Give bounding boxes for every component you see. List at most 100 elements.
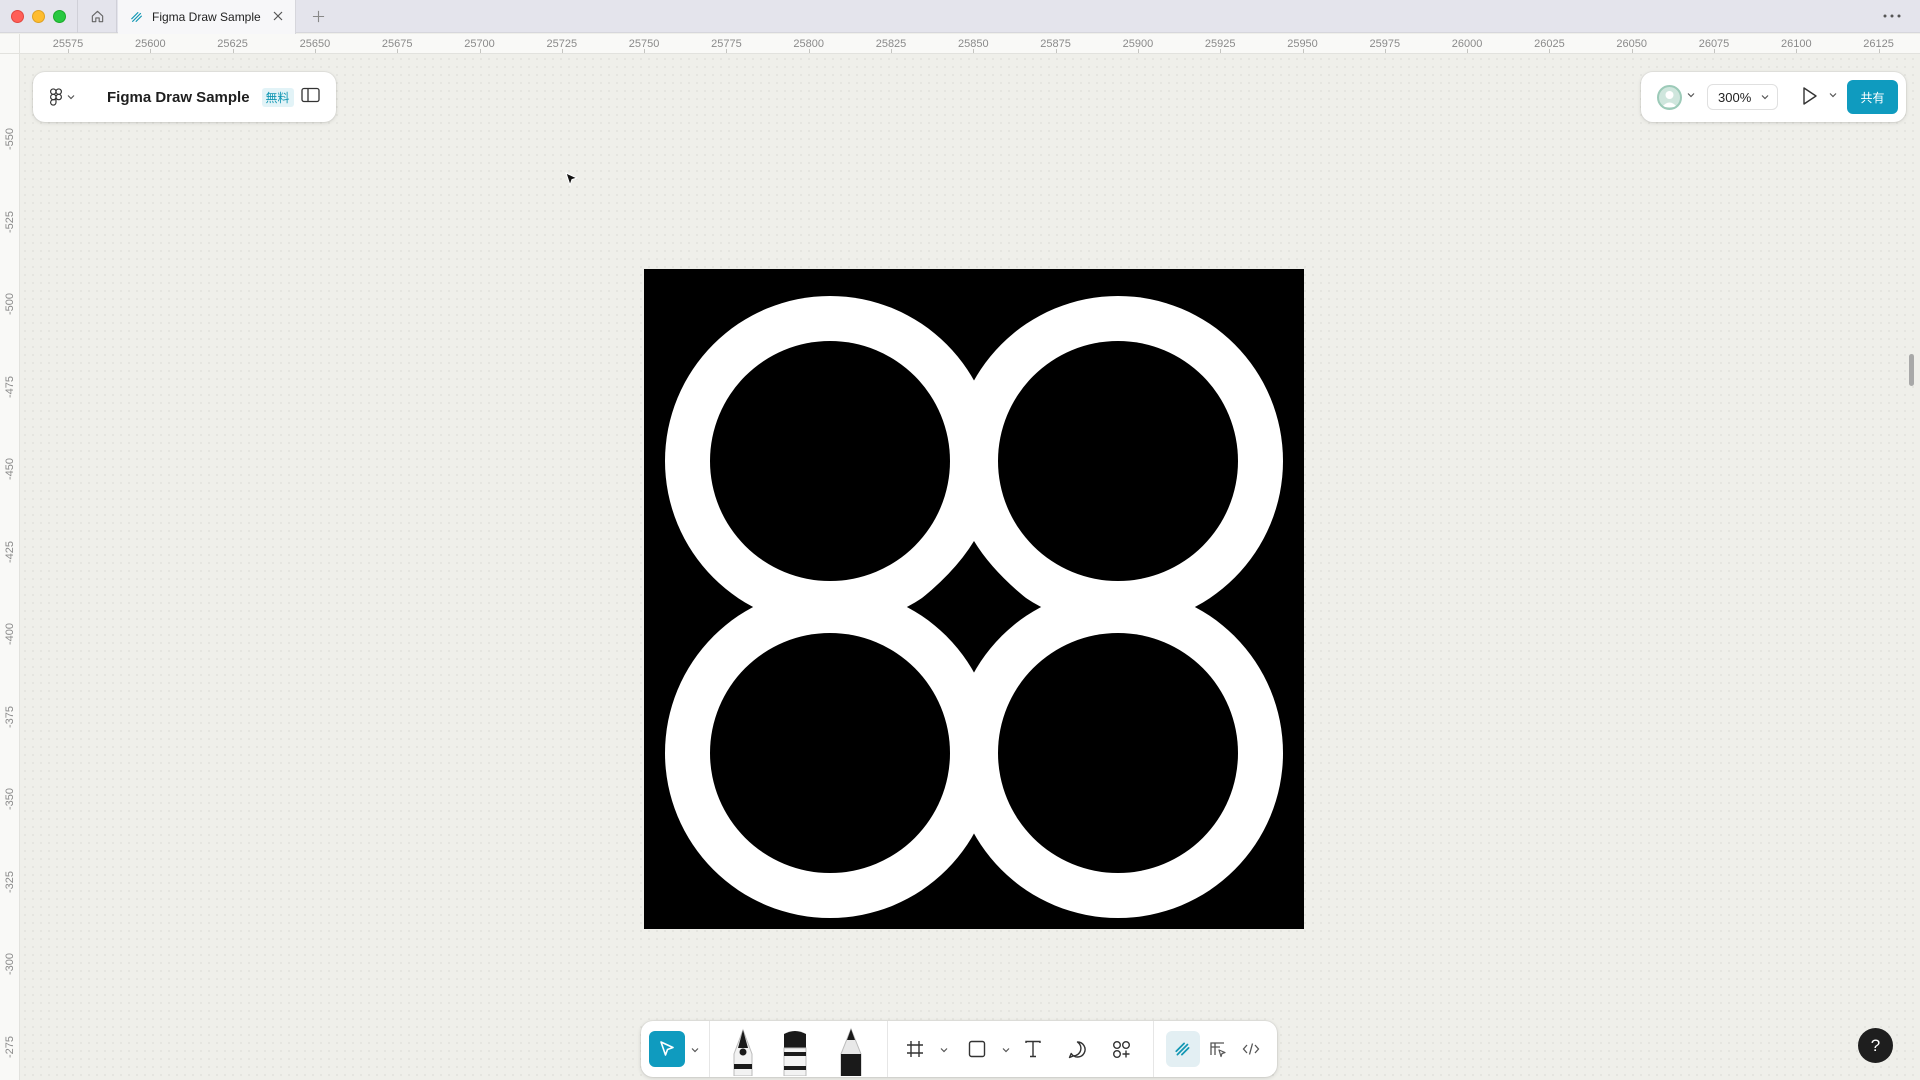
maximize-window-button[interactable] <box>53 10 66 23</box>
plan-badge[interactable]: 無料 <box>261 87 294 107</box>
draw-mode-icon <box>1175 1042 1190 1056</box>
zoom-dropdown[interactable]: 300% <box>1707 84 1778 110</box>
minimize-window-button[interactable] <box>32 10 45 23</box>
code-icon <box>1242 1043 1260 1055</box>
artwork-frame[interactable] <box>644 269 1304 929</box>
ruler-top-tick-mark <box>1220 49 1222 53</box>
pen-tool-button[interactable] <box>725 1025 761 1077</box>
ruler-top-tick-mark <box>1631 49 1633 53</box>
play-icon[interactable] <box>1801 86 1819 106</box>
file-name[interactable]: Figma Draw Sample <box>107 89 250 106</box>
ruler-top-tick-mark <box>479 49 481 53</box>
ruler-top-tick-mark <box>891 49 892 53</box>
rings-group <box>665 296 1283 918</box>
ruler-left-tick-label: -275 <box>4 1035 16 1058</box>
frame-icon <box>907 1041 923 1057</box>
main-menu-button[interactable] <box>49 88 87 106</box>
ruler-top-tick-mark <box>232 49 234 53</box>
chevron-down-icon[interactable] <box>1002 1047 1010 1053</box>
zoom-level: 300% <box>1718 89 1752 105</box>
user-avatar-icon[interactable] <box>1657 85 1682 110</box>
more-menu-button[interactable] <box>1880 6 1904 26</box>
vertical-ruler: -550 -525 -500 -475 -450 -425 -400 -375 -350 -325… <box>0 54 20 1080</box>
toolbar-divider <box>887 1021 888 1077</box>
figma-app-window: Figma Draw Sample 25575 25600 25625 25650 25… <box>0 0 1920 1080</box>
horizontal-ruler: 25575 25600 25625 25650 25675 25700 25725 25750… <box>20 34 1920 54</box>
toolbar-divider <box>709 1021 710 1077</box>
chevron-down-icon[interactable] <box>691 1047 699 1053</box>
close-window-button[interactable] <box>11 10 24 23</box>
help-button[interactable]: ? <box>1858 1028 1893 1063</box>
file-panel: Figma Draw Sample 無料 <box>33 72 336 122</box>
ring-inner-top-left <box>710 341 950 581</box>
chevron-down-icon[interactable] <box>1829 92 1837 98</box>
actions-tool-button[interactable] <box>1109 1037 1133 1061</box>
ruler-top-tick-mark <box>1796 49 1798 53</box>
ruler-left-tick-label: -425 <box>4 540 16 563</box>
share-button[interactable]: 共有 <box>1847 80 1898 114</box>
ruler-top-tick-mark <box>561 49 563 53</box>
home-button[interactable] <box>77 0 117 33</box>
ruler-left-tick-label: -350 <box>4 787 16 811</box>
pencil-tool-button[interactable] <box>833 1025 869 1077</box>
ruler-top-tick-mark <box>150 49 152 53</box>
pen-icon <box>733 1028 753 1076</box>
new-tab-button[interactable] <box>308 6 328 26</box>
file-tab[interactable]: Figma Draw Sample <box>118 0 296 34</box>
text-tool-button[interactable] <box>1021 1037 1045 1061</box>
ruler-top-tick-mark <box>1549 49 1551 53</box>
draw-file-icon <box>131 12 142 22</box>
ruler-left-tick-label: -300 <box>4 952 16 976</box>
figma-logo-icon <box>50 88 62 106</box>
ruler-left-tick-label: -525 <box>4 210 16 233</box>
text-icon <box>1025 1040 1041 1058</box>
ruler-top-tick-mark <box>644 49 646 53</box>
plus-icon <box>312 10 324 22</box>
ruler-top-tick-mark <box>973 49 975 53</box>
ruler-left-tick-label: -475 <box>4 375 16 398</box>
ruler-corner <box>0 34 20 54</box>
dev-mode-button[interactable] <box>1239 1037 1263 1061</box>
ruler-top-tick-mark <box>1302 49 1304 53</box>
brush-icon <box>783 1031 807 1076</box>
ruler-left-tick-label: -550 <box>4 127 16 151</box>
brush-tool-button[interactable] <box>777 1025 813 1077</box>
ruler-top-tick-mark <box>1714 49 1715 53</box>
move-tool-button[interactable] <box>649 1031 685 1067</box>
cursor-arrow-icon <box>660 1041 674 1056</box>
ruler-top-tick-mark <box>1055 49 1057 53</box>
canvas[interactable] <box>21 55 1920 1080</box>
comment-tool-button[interactable] <box>1065 1037 1089 1061</box>
ruler-top-tick-mark <box>1384 49 1386 53</box>
rectangle-tool-button[interactable] <box>965 1037 989 1061</box>
ruler-left-tick-label: -450 <box>4 457 16 481</box>
ruler-top-tick-mark <box>1878 49 1880 53</box>
bottom-toolbar <box>641 1021 1277 1077</box>
window-controls <box>11 10 66 23</box>
more-horizontal-icon <box>1883 14 1901 18</box>
ruler-left-tick-label: -375 <box>4 705 16 728</box>
chevron-down-icon[interactable] <box>1687 92 1695 98</box>
ruler-top-tick-mark <box>1137 49 1139 53</box>
frame-tool-button[interactable] <box>903 1037 927 1061</box>
ring-inner-top-right <box>998 341 1238 581</box>
rectangle-icon <box>968 1040 986 1058</box>
sidebar-toggle-icon[interactable] <box>301 87 320 103</box>
vertical-scrollbar[interactable] <box>1909 354 1914 386</box>
toolbar-divider <box>1153 1021 1154 1077</box>
comment-icon <box>1068 1040 1086 1058</box>
design-mode-button[interactable] <box>1206 1037 1230 1061</box>
home-icon <box>91 10 103 23</box>
ruler-top-tick-mark <box>726 49 728 53</box>
draw-mode-button[interactable] <box>1166 1031 1200 1067</box>
pencil-icon <box>840 1027 862 1076</box>
ruler-top-tick-mark <box>1467 49 1469 53</box>
mouse-cursor-icon <box>565 172 579 187</box>
design-mode-icon <box>1210 1042 1226 1058</box>
collaboration-panel: 300% 共有 <box>1641 72 1906 122</box>
ring-inner-bottom-left <box>710 633 950 873</box>
chevron-down-icon[interactable] <box>940 1047 948 1053</box>
title-bar: Figma Draw Sample <box>0 0 1920 34</box>
close-icon[interactable] <box>271 9 285 23</box>
tab-title: Figma Draw Sample <box>152 10 261 24</box>
